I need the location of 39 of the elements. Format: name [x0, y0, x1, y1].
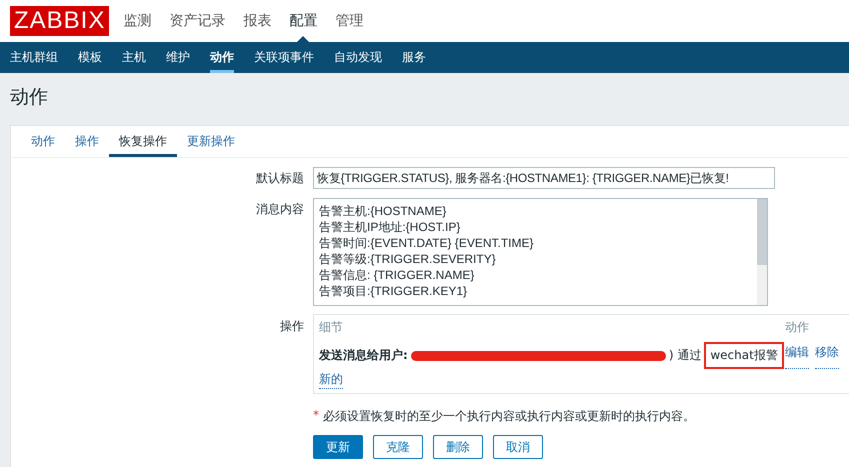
main-menu-item[interactable]: 资产记录 [169, 0, 226, 42]
form-button[interactable]: 删除 [433, 435, 483, 459]
field-label: 消息内容 [255, 201, 305, 218]
form-button[interactable]: 更新 [313, 435, 363, 459]
message-field[interactable]: 告警主机:{HOSTNAME} 告警主机IP地址:{HOST.IP} 告警时间:{EVENT.DATE} {EVENT.TIME} 告警等级:{TRIGGER.SEVERITY} 告警信息: {TRIGGER.NAME} 告警项目:{TRIGGER.KEY1} [313, 198, 768, 306]
subject-field[interactable]: 恢复{TRIGGER.STATUS}, 服务器名:{HOSTNAME1}: {TRIGGER.NAME}已恢复! [313, 167, 775, 189]
note-text: 必须设置恢复时的至少一个执行内容或执行内容或更新时的执行内容。 [323, 408, 695, 425]
main-menu-item[interactable]: 管理 [335, 0, 364, 42]
action-link[interactable]: 移除 [815, 344, 839, 369]
media-type: wechat报警 [704, 342, 784, 369]
page-title: 动作 [10, 85, 49, 110]
form-button[interactable]: 克隆 [373, 435, 423, 459]
sub-menu-item[interactable]: 维护 [166, 42, 190, 73]
sub-menu-item[interactable]: 模板 [78, 42, 102, 73]
required-mark: * [313, 408, 319, 424]
sub-menu-item[interactable]: 服务 [402, 42, 426, 73]
sub-menu-item[interactable]: 自动发现 [334, 42, 382, 73]
operation-detail: 发送消息给用户: [319, 347, 408, 364]
sub-menu-item[interactable]: 动作 [210, 42, 234, 73]
action-link[interactable]: 编辑 [785, 344, 809, 369]
operation-detail: ) 通过 [668, 347, 702, 364]
column-header: 动作 [785, 319, 810, 336]
main-menu-item[interactable]: 配置 [289, 0, 318, 42]
sub-menu-item[interactable]: 关联项事件 [254, 42, 314, 73]
main-menu-item[interactable]: 报表 [243, 0, 272, 42]
column-header: 细节 [319, 319, 344, 336]
sub-menu-item[interactable]: 主机 [122, 42, 146, 73]
scrollbar[interactable] [757, 199, 767, 305]
logo[interactable]: ZABBIX [10, 6, 110, 36]
tab[interactable]: 更新操作 [177, 126, 245, 157]
form-button[interactable]: 取消 [493, 435, 543, 459]
field-label: 操作 [279, 318, 305, 335]
tab[interactable]: 动作 [21, 126, 65, 157]
tab[interactable]: 操作 [65, 126, 109, 157]
tab[interactable]: 恢复操作 [109, 126, 177, 157]
field-label: 默认标题 [255, 170, 305, 187]
new-link[interactable]: 新的 [319, 371, 343, 389]
main-menu-item[interactable]: 监测 [123, 0, 152, 42]
sub-menu-item[interactable]: 主机群组 [10, 42, 58, 73]
